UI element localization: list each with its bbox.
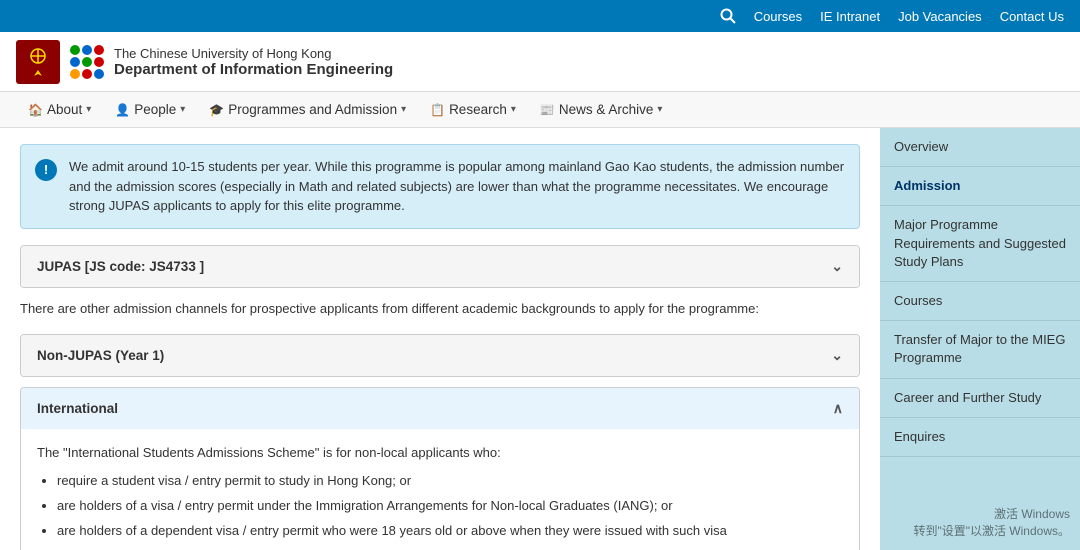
courses-link[interactable]: Courses	[754, 9, 802, 24]
info-icon: !	[35, 159, 57, 181]
jupas-accordion-header[interactable]: JUPAS [JS code: JS4733 ] ⌄	[21, 246, 859, 287]
nav-programmes-label: Programmes and Admission	[228, 102, 397, 117]
windows-line1: 激活 Windows	[913, 506, 1070, 523]
international-accordion-header[interactable]: International ∧	[21, 388, 859, 429]
jupas-label: JUPAS [JS code: JS4733 ]	[37, 259, 204, 274]
nav-people[interactable]: 👤 People ▾	[103, 92, 197, 127]
info-text: We admit around 10-15 students per year.…	[69, 157, 845, 216]
jupas-accordion: JUPAS [JS code: JS4733 ] ⌄	[20, 245, 860, 288]
sidebar-item-major-programme[interactable]: Major Programme Requirements and Suggest…	[880, 206, 1080, 282]
international-intro: The "International Students Admissions S…	[37, 443, 843, 464]
ie-intranet-link[interactable]: IE Intranet	[820, 9, 880, 24]
department-name: Department of Information Engineering	[114, 61, 393, 78]
newspaper-icon: 📰	[540, 103, 555, 117]
jupas-chevron-down-icon: ⌄	[831, 258, 843, 275]
main-layout: ! We admit around 10-15 students per yea…	[0, 128, 1080, 550]
non-jupas-label: Non-JUPAS (Year 1)	[37, 348, 164, 363]
contact-us-link[interactable]: Contact Us	[1000, 9, 1064, 24]
sidebar-admission-label: Admission	[894, 178, 960, 193]
nav-people-label: People	[134, 102, 176, 117]
windows-activate: 激活 Windows 转到"设置"以激活 Windows。	[913, 506, 1070, 540]
info-box: ! We admit around 10-15 students per yea…	[20, 144, 860, 229]
logo-dots	[70, 45, 104, 79]
home-icon: 🏠	[28, 103, 43, 117]
sidebar-career-label: Career and Further Study	[894, 390, 1041, 405]
nav-news-label: News & Archive	[559, 102, 654, 117]
sidebar-item-courses[interactable]: Courses	[880, 282, 1080, 321]
international-bullets-list: require a student visa / entry permit to…	[37, 471, 843, 541]
international-chevron-up-icon: ∧	[833, 400, 843, 417]
list-item: are holders of a visa / entry permit und…	[57, 496, 843, 517]
nav-bar: 🏠 About ▾ 👤 People ▾ 🎓 Programmes and Ad…	[0, 92, 1080, 128]
channels-paragraph: There are other admission channels for p…	[20, 298, 860, 320]
international-label: International	[37, 401, 118, 416]
logo-area: The Chinese University of Hong Kong Depa…	[16, 40, 393, 84]
crest-icon	[16, 40, 60, 84]
nav-programmes[interactable]: 🎓 Programmes and Admission ▾	[197, 92, 418, 127]
sidebar-transfer-label: Transfer of Major to the MIEG Programme	[894, 332, 1065, 365]
content-area: ! We admit around 10-15 students per yea…	[0, 128, 880, 550]
sidebar-item-transfer[interactable]: Transfer of Major to the MIEG Programme	[880, 321, 1080, 378]
sidebar-item-career[interactable]: Career and Further Study	[880, 379, 1080, 418]
search-icon[interactable]	[720, 8, 736, 24]
sidebar-major-label: Major Programme Requirements and Suggest…	[894, 217, 1066, 268]
person-icon: 👤	[115, 103, 130, 117]
people-arrow-icon: ▾	[180, 104, 185, 115]
nav-about[interactable]: 🏠 About ▾	[16, 92, 103, 127]
non-jupas-accordion-header[interactable]: Non-JUPAS (Year 1) ⌄	[21, 335, 859, 376]
nav-research[interactable]: 📋 Research ▾	[418, 92, 528, 127]
sidebar: Overview Admission Major Programme Requi…	[880, 128, 1080, 550]
graduation-icon: 🎓	[209, 103, 224, 117]
clipboard-icon: 📋	[430, 103, 445, 117]
sidebar-item-admission[interactable]: Admission	[880, 167, 1080, 206]
list-item: are holders of a dependent visa / entry …	[57, 521, 843, 542]
research-arrow-icon: ▾	[511, 104, 516, 115]
non-jupas-chevron-down-icon: ⌄	[831, 347, 843, 364]
top-bar: Courses IE Intranet Job Vacancies Contac…	[0, 0, 1080, 32]
sidebar-courses-label: Courses	[894, 293, 942, 308]
sidebar-enquires-label: Enquires	[894, 429, 945, 444]
sidebar-overview-label: Overview	[894, 139, 948, 154]
news-arrow-icon: ▾	[657, 104, 662, 115]
programmes-arrow-icon: ▾	[401, 104, 406, 115]
university-name: The Chinese University of Hong Kong	[114, 46, 393, 61]
job-vacancies-link[interactable]: Job Vacancies	[898, 9, 982, 24]
sidebar-item-overview[interactable]: Overview	[880, 128, 1080, 167]
international-accordion-content: The "International Students Admissions S…	[21, 429, 859, 550]
logo-text: The Chinese University of Hong Kong Depa…	[114, 46, 393, 78]
international-accordion: International ∧ The "International Stude…	[20, 387, 860, 550]
non-jupas-accordion: Non-JUPAS (Year 1) ⌄	[20, 334, 860, 377]
nav-news[interactable]: 📰 News & Archive ▾	[528, 92, 675, 127]
header: The Chinese University of Hong Kong Depa…	[0, 32, 1080, 92]
nav-research-label: Research	[449, 102, 507, 117]
windows-line2: 转到"设置"以激活 Windows。	[913, 523, 1070, 540]
list-item: require a student visa / entry permit to…	[57, 471, 843, 492]
about-arrow-icon: ▾	[86, 104, 91, 115]
nav-about-label: About	[47, 102, 82, 117]
sidebar-item-enquires[interactable]: Enquires	[880, 418, 1080, 457]
